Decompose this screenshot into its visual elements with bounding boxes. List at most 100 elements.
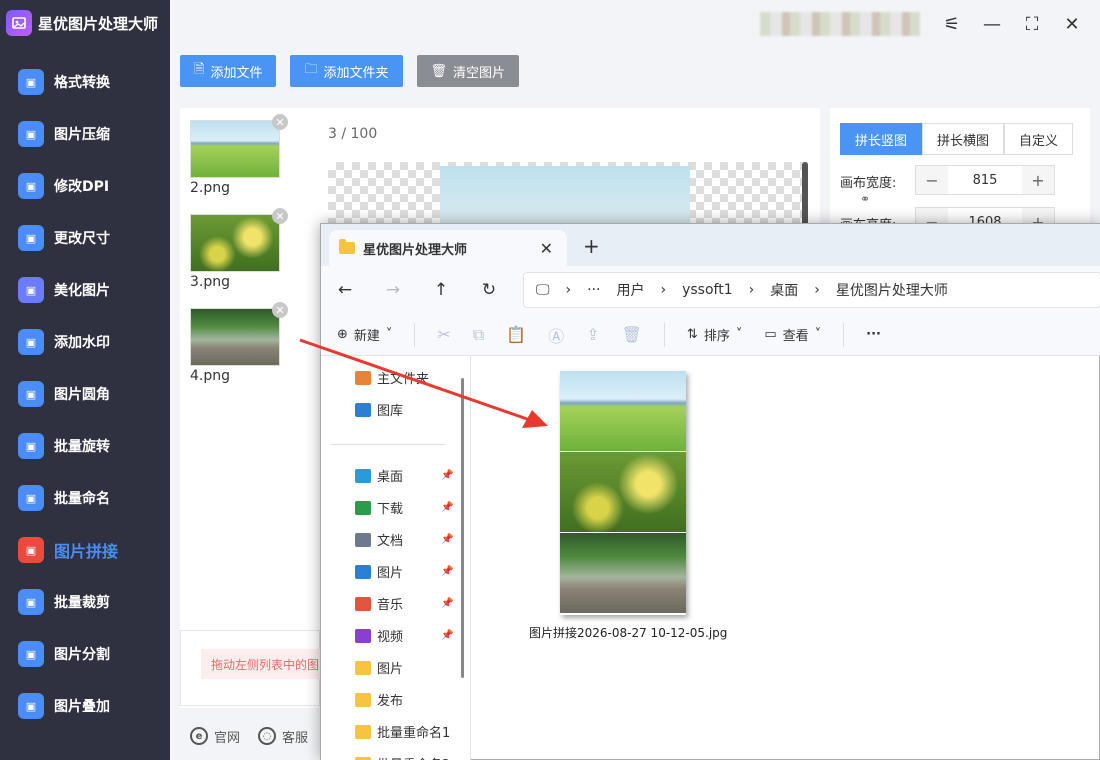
new-button[interactable]: ⊕ 新建 ˅ — [337, 325, 392, 344]
sidebar-item-crop[interactable]: ▣ 批量裁剪 — [18, 587, 110, 617]
nav-pane-item[interactable]: 批量重命名2 — [355, 754, 450, 760]
file-name[interactable]: 图片拼接2026-08-27 10-12-05.jpg — [529, 624, 727, 641]
copy-icon[interactable]: ⧉ — [473, 325, 484, 345]
forward-icon[interactable]: → — [369, 280, 417, 300]
nav-pane-item[interactable]: 批量重命名1 — [355, 722, 450, 741]
chevron-right-icon: › — [565, 282, 572, 298]
canvas-width-stepper[interactable]: − 815 + — [915, 165, 1055, 195]
nav-pane-item[interactable]: 图片 — [355, 658, 403, 677]
breadcrumb-overflow[interactable]: ··· — [587, 282, 600, 298]
thumbnail-item[interactable]: ✕ 4.png — [190, 302, 288, 384]
add-file-button[interactable]: 🗎 添加文件 — [180, 55, 277, 87]
website-link[interactable]: e 官网 — [190, 727, 240, 746]
tab-vertical[interactable]: 拼长竖图 — [840, 123, 923, 155]
breadcrumb-item[interactable]: yssoft1 — [682, 282, 733, 298]
remove-icon[interactable]: ✕ — [272, 208, 288, 224]
clear-images-button[interactable]: 🗑 清空图片 — [416, 55, 520, 87]
nav-pane-item[interactable]: 音乐 📌 — [355, 594, 453, 613]
close-tab-icon[interactable]: ✕ — [540, 239, 553, 258]
sidebar-item-rotate[interactable]: ▣ 批量旋转 — [18, 431, 110, 461]
sort-button[interactable]: ⇅ 排序 ˅ — [687, 325, 742, 344]
pin-icon: 📌 — [441, 630, 454, 641]
sidebar-item-resize[interactable]: ▣ 更改尺寸 — [18, 223, 110, 253]
sidebar-item-label: 图片分割 — [54, 647, 110, 663]
refresh-icon[interactable]: ↻ — [465, 280, 513, 300]
cut-icon[interactable]: ✂ — [437, 325, 450, 344]
back-icon[interactable]: ← — [321, 280, 369, 300]
minimize-button[interactable]: — — [980, 12, 1004, 36]
thumbnail-item[interactable]: ✕ 2.png — [190, 114, 288, 196]
tab-horizontal[interactable]: 拼长横图 — [922, 123, 1005, 155]
sidebar-item-label: 图片叠加 — [54, 699, 110, 715]
sidebar-footer: e 官网 ◌ 客服 — [170, 712, 320, 760]
more-button[interactable]: ··· — [866, 327, 881, 342]
pin-icon: 📌 — [441, 470, 454, 481]
new-label: 新建 — [353, 329, 380, 344]
sidebar-item-round-corner[interactable]: ▣ 图片圆角 — [18, 379, 110, 409]
overlay-icon: ▣ — [18, 693, 44, 719]
add-folder-button[interactable]: 🗀 添加文件夹 — [290, 55, 403, 87]
nav-pane-label: 图片 — [377, 566, 404, 581]
address-bar[interactable]: 🖵 › ··· 用户 › yssoft1 › 桌面 › 星优图片处理大师 — [523, 272, 1100, 308]
chevron-right-icon: › — [660, 282, 667, 298]
canvas-width-value[interactable]: 815 — [948, 166, 1022, 194]
view-button[interactable]: ▭ 查看 ˅ — [764, 325, 821, 344]
breadcrumb-item[interactable]: 用户 — [616, 280, 644, 300]
explorer-tab[interactable]: 星优图片处理大师 ✕ — [329, 230, 567, 266]
new-tab-icon[interactable]: + — [583, 234, 600, 258]
explorer-nav-pane: 主文件夹图库桌面 📌 下载 📌 文档 📌 图片 📌 音乐 📌 视频 📌 图片发布批量重命名1 批量重命名2 — [321, 356, 471, 760]
nav-pane-item[interactable]: 图片 📌 — [355, 562, 453, 581]
sidebar-item-beautify[interactable]: ▣ 美化图片 — [18, 275, 110, 305]
sidebar-item-dpi[interactable]: ▣ 修改DPI — [18, 171, 109, 201]
remove-icon[interactable]: ✕ — [272, 114, 288, 130]
pin-icon: 📌 — [441, 566, 454, 577]
settings-sliders-icon[interactable]: ⚟ — [940, 12, 964, 36]
sidebar-item-split[interactable]: ▣ 图片分割 — [18, 639, 110, 669]
pin-icon: 📌 — [441, 502, 454, 513]
preview-canvas[interactable] — [328, 162, 808, 232]
sidebar-item-label: 批量命名 — [54, 491, 110, 507]
nav-pane-item[interactable]: 图库 — [355, 400, 403, 419]
sidebar-item-overlay[interactable]: ▣ 图片叠加 — [18, 691, 110, 721]
nav-scrollbar[interactable] — [461, 378, 464, 678]
sidebar: 星优图片处理大师 ▣ 格式转换 ▣ 图片压缩 ▣ 修改DPI ▣ 更改尺寸 ▣ 美化图片 ▣ 添加水印… — [0, 0, 170, 760]
paste-icon[interactable]: 📋 — [506, 325, 526, 344]
up-icon[interactable]: ↑ — [417, 280, 465, 300]
breadcrumb-item[interactable]: 星优图片处理大师 — [836, 280, 948, 300]
maximize-button[interactable]: ⛶ — [1020, 12, 1044, 36]
minus-icon[interactable]: − — [916, 166, 948, 194]
layout-tabs: 拼长竖图 拼长横图 自定义 — [840, 123, 1074, 155]
sidebar-item-label: 修改DPI — [54, 179, 110, 195]
thumbnail-image — [190, 120, 280, 178]
tab-custom[interactable]: 自定义 — [1004, 123, 1074, 155]
nav-pane-item[interactable]: 视频 📌 — [355, 626, 453, 645]
nav-pane-item[interactable]: 下载 📌 — [355, 498, 453, 517]
user-avatar[interactable] — [760, 12, 920, 36]
watermark-icon: ▣ — [18, 329, 44, 355]
nav-pane-item[interactable]: 桌面 📌 — [355, 466, 453, 485]
close-button[interactable]: ✕ — [1060, 12, 1084, 36]
rename-icon[interactable]: Ⓐ — [548, 323, 564, 347]
stitched-image-thumbnail[interactable] — [560, 371, 686, 615]
delete-icon[interactable]: 🗑 — [622, 325, 642, 344]
sidebar-item-watermark[interactable]: ▣ 添加水印 — [18, 327, 110, 357]
service-link[interactable]: ◌ 客服 — [258, 727, 308, 746]
explorer-tab-title: 星优图片处理大师 — [363, 242, 468, 258]
folder-icon — [355, 724, 371, 739]
sidebar-item-compress[interactable]: ▣ 图片压缩 — [18, 119, 110, 149]
plus-icon[interactable]: + — [1022, 166, 1054, 194]
nav-pane-item[interactable]: 文档 📌 — [355, 530, 453, 549]
preview-scrollbar[interactable] — [802, 162, 808, 232]
sidebar-item-format-convert[interactable]: ▣ 格式转换 — [18, 67, 110, 97]
thumbnail-item[interactable]: ✕ 3.png — [190, 208, 288, 290]
nav-pane-item[interactable]: 主文件夹 — [355, 368, 429, 387]
link-icon[interactable]: ⚭ — [860, 192, 870, 206]
drag-hint: 拖动左侧列表中的图 — [201, 649, 321, 679]
share-icon[interactable]: ⇪ — [586, 325, 599, 344]
nav-pane-label: 批量重命名2 — [377, 754, 450, 760]
sidebar-item-stitch[interactable]: ▣ 图片拼接 — [18, 535, 118, 565]
remove-icon[interactable]: ✕ — [272, 302, 288, 318]
sidebar-item-rename[interactable]: ▣ 批量命名 — [18, 483, 110, 513]
breadcrumb-item[interactable]: 桌面 — [770, 280, 798, 300]
nav-pane-item[interactable]: 发布 — [355, 690, 403, 709]
